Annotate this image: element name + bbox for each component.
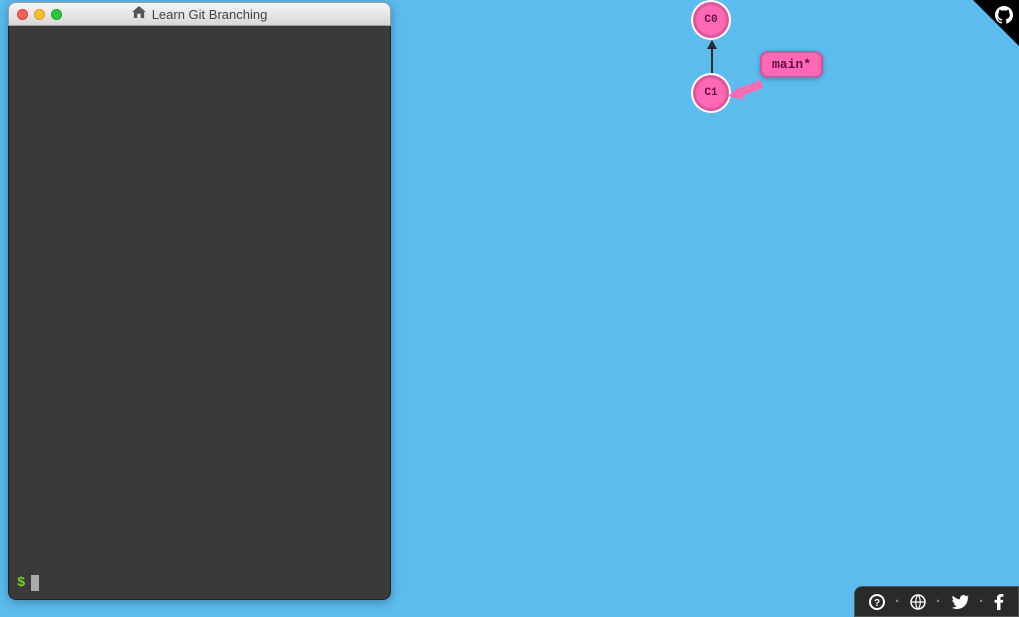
commit-id: C0 (704, 14, 717, 26)
close-button[interactable] (17, 9, 28, 20)
terminal-cursor (31, 575, 39, 591)
edge-c1-c0 (711, 41, 713, 75)
branch-label-main[interactable]: main* (760, 51, 823, 78)
terminal-input-row[interactable]: $ (9, 571, 390, 599)
help-button[interactable]: ? (869, 594, 885, 610)
commit-node-c0[interactable]: C0 (693, 2, 729, 38)
maximize-button[interactable] (51, 9, 62, 20)
facebook-button[interactable] (994, 594, 1004, 610)
home-icon[interactable] (132, 5, 146, 23)
terminal-window: Learn Git Branching $ (8, 2, 391, 600)
commit-node-c1[interactable]: C1 (693, 75, 729, 111)
globe-button[interactable] (910, 594, 926, 610)
terminal-titlebar: Learn Git Branching (8, 2, 391, 26)
octocat-icon (995, 6, 1013, 29)
svg-text:?: ? (874, 598, 880, 609)
twitter-button[interactable] (951, 595, 969, 609)
separator: · (936, 593, 941, 610)
window-title[interactable]: Learn Git Branching (152, 7, 268, 22)
minimize-button[interactable] (34, 9, 45, 20)
traffic-lights (17, 9, 62, 20)
terminal-body[interactable]: $ (8, 26, 391, 600)
separator: · (895, 593, 900, 610)
branch-arrow (726, 78, 764, 102)
separator: · (979, 593, 984, 610)
terminal-output (9, 26, 390, 571)
bottom-toolbar: ? · · · (854, 586, 1019, 617)
commit-id: C1 (704, 87, 717, 99)
branch-name: main* (772, 57, 811, 72)
prompt-symbol: $ (17, 575, 25, 591)
